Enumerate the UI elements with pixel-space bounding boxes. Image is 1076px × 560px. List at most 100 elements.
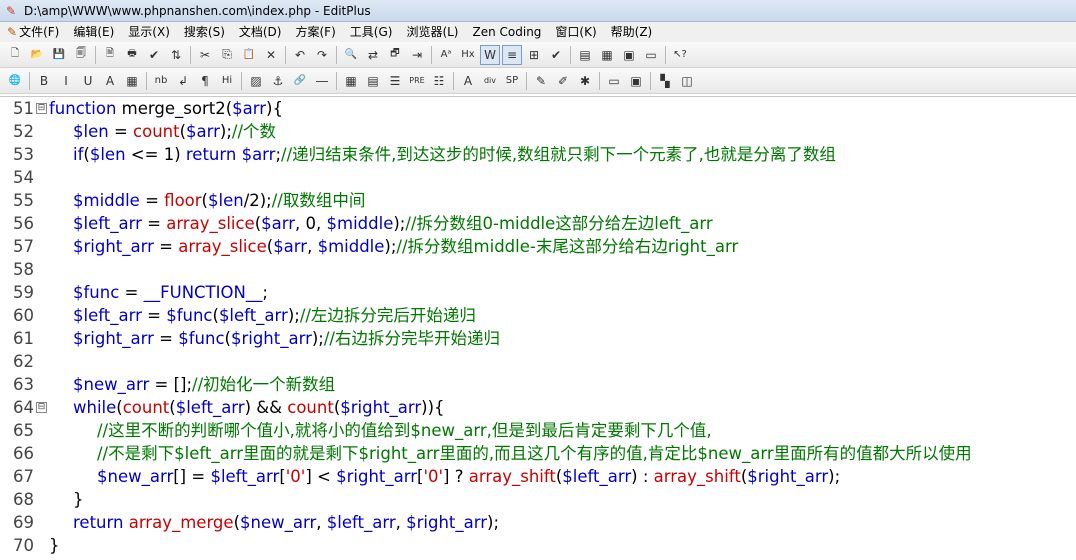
anchor-icon[interactable]: ⚓ [268, 71, 288, 91]
copy-icon[interactable]: ⎘ [217, 45, 237, 65]
print-icon[interactable]: 🖶 [122, 45, 142, 65]
save-icon[interactable]: 💾 [49, 45, 69, 65]
heading-icon[interactable]: Hi [217, 71, 237, 91]
space-icon[interactable]: SP [502, 71, 522, 91]
goto-line-icon[interactable]: ⇥ [407, 45, 427, 65]
code-line[interactable]: 61 $right_arr = $func($right_arr);//右边拆分完… [0, 327, 1076, 350]
line-break-icon[interactable]: ↲ [173, 71, 193, 91]
code-line[interactable]: 69 return array_merge($new_arr, $left_arr… [0, 511, 1076, 534]
underline-icon[interactable]: U [78, 71, 98, 91]
code-line[interactable]: 58 [0, 258, 1076, 281]
comment-icon[interactable]: ✐ [553, 71, 573, 91]
hr-icon[interactable]: ― [312, 71, 332, 91]
code-line[interactable]: 68} [0, 488, 1076, 511]
code-token: floor [164, 191, 202, 210]
print-preview-icon[interactable]: 🗎 [100, 45, 120, 65]
font-icon[interactable]: Aᵃ [436, 45, 456, 65]
spell-check-icon[interactable]: ✔ [144, 45, 164, 65]
code-line[interactable]: 57 $right_arr = array_slice($arr, $middle… [0, 235, 1076, 258]
menu-item-2[interactable]: 显示(X) [121, 22, 177, 42]
help-pointer-icon[interactable]: ↖? [670, 45, 690, 65]
output-icon[interactable]: ▭ [641, 45, 661, 65]
code-line[interactable]: 64 ⊟ while(count($left_arr) && count($righ… [0, 396, 1076, 419]
code-line[interactable]: 51 ⊟ function merge_sort2($arr){ [0, 97, 1076, 120]
frame2-icon[interactable]: ▣ [626, 71, 646, 91]
delete-icon[interactable]: ✕ [261, 45, 281, 65]
word-wrap-icon[interactable]: W [480, 44, 500, 65]
pre-icon[interactable]: PRE [407, 71, 427, 91]
code-line[interactable]: 55 $middle = floor($len/2);//取数组中间 [0, 189, 1076, 212]
code-token: //右边拆分完毕开始递归 [323, 329, 500, 348]
image-icon[interactable]: ▨ [246, 71, 266, 91]
tags-icon[interactable]: ✱ [575, 71, 595, 91]
code-token: function [49, 99, 122, 118]
nbsp-icon[interactable]: nb [151, 71, 171, 91]
save-all-icon[interactable]: 🗐 [71, 45, 91, 65]
paste-icon[interactable]: 📋 [239, 45, 259, 65]
menu-item-7[interactable]: 浏览器(L) [399, 22, 465, 42]
check-icon[interactable]: ✔ [546, 45, 566, 65]
browser-icon[interactable]: 🌐 [5, 71, 25, 91]
code-line[interactable]: 56 $left_arr = array_slice($arr, 0, $midd… [0, 212, 1076, 235]
menu-item-3[interactable]: 搜索(S) [177, 22, 232, 42]
paragraph-icon[interactable]: ¶ [195, 71, 215, 91]
code-line[interactable]: 52 $len = count($arr);//个数 [0, 120, 1076, 143]
cliptext-icon[interactable]: ▦ [597, 45, 617, 65]
code-line[interactable]: 63 $new_arr = [];//初始化一个新数组 [0, 373, 1076, 396]
center-icon[interactable]: ☰ [385, 71, 405, 91]
line-number: 58 [13, 260, 34, 279]
hex-icon[interactable]: Hx [458, 45, 478, 65]
font-color-icon[interactable]: A [100, 71, 120, 91]
menu-item-6[interactable]: 工具(G) [343, 22, 400, 42]
form-icon[interactable]: ▤ [363, 71, 383, 91]
line-number-icon[interactable]: ≡ [502, 44, 522, 65]
link-icon[interactable]: 🔗 [290, 71, 310, 91]
menu-item-8[interactable]: Zen Coding [466, 22, 549, 42]
fold-toggle-icon[interactable]: ⊟ [36, 402, 47, 413]
undo-icon[interactable]: ↶ [290, 45, 310, 65]
menu-item-0[interactable]: ✎ 文件(F) [0, 22, 66, 42]
menu-item-4[interactable]: 文档(D) [232, 22, 289, 42]
code-line[interactable]: 70} [0, 534, 1076, 557]
palette-icon[interactable]: ▚ [655, 71, 675, 91]
find-in-files-icon[interactable]: 🗗 [385, 45, 405, 65]
code-token: $right_arr [747, 467, 829, 486]
code-token: $middle [326, 214, 394, 233]
code-line[interactable]: 62 [0, 350, 1076, 373]
div-icon[interactable]: div [480, 71, 500, 91]
redo-icon[interactable]: ↷ [312, 45, 332, 65]
directory-icon[interactable]: ▣ [619, 45, 639, 65]
code-line[interactable]: 65 //这里不断的判断哪个值小,就将小的值给到$new_arr,但是到最后肯定要… [0, 419, 1076, 442]
code-line[interactable]: 66 //不是剩下$left_arr里面的就是剩下$right_arr里面的,而且… [0, 442, 1076, 465]
span-icon[interactable]: A [458, 71, 478, 91]
menu-item-9[interactable]: 窗口(K) [548, 22, 603, 42]
frame-icon[interactable]: ▭ [604, 71, 624, 91]
window-list-icon[interactable]: ▤ [575, 45, 595, 65]
code-line[interactable]: 67 $new_arr[] = $left_arr['0'] < $right_a… [0, 465, 1076, 488]
edit-icon[interactable]: ✎ [531, 71, 551, 91]
ftp-icon[interactable]: ⇅ [166, 45, 186, 65]
code-line[interactable]: 54 [0, 166, 1076, 189]
cut-icon[interactable]: ✂ [195, 45, 215, 65]
code-line[interactable]: 59 $func = __FUNCTION__; [0, 281, 1076, 304]
open-file-icon[interactable]: 📂 [27, 45, 47, 65]
table-icon[interactable]: ▦ [341, 71, 361, 91]
find-icon[interactable]: 🔍 [341, 45, 361, 65]
code-token: } [49, 536, 60, 555]
list-icon[interactable]: ☷ [429, 71, 449, 91]
menu-item-5[interactable]: 方案(F) [288, 22, 342, 42]
fold-toggle-icon[interactable]: ⊟ [36, 103, 47, 114]
code-line[interactable]: 60 $left_arr = $func($left_arr);//左边拆分完后开… [0, 304, 1076, 327]
replace-icon[interactable]: ⇄ [363, 45, 383, 65]
italic-icon[interactable]: I [56, 71, 76, 91]
column-icon[interactable]: ⊞ [524, 45, 544, 65]
panel-icon[interactable]: ◫ [677, 71, 697, 91]
new-file-icon[interactable]: 🗋 [5, 45, 25, 65]
menu-item-10[interactable]: 帮助(Z) [604, 22, 660, 42]
code-line[interactable]: 53 if($len <= 1) return $arr;//递归结束条件,到达这… [0, 143, 1076, 166]
color-grid-icon[interactable]: ▦ [122, 71, 142, 91]
code-editor[interactable]: 51 ⊟ function merge_sort2($arr){52 $len = c… [0, 96, 1076, 560]
bold-icon[interactable]: B [34, 71, 54, 91]
line-number: 52 [13, 122, 34, 141]
menu-item-1[interactable]: 编辑(E) [66, 22, 121, 42]
